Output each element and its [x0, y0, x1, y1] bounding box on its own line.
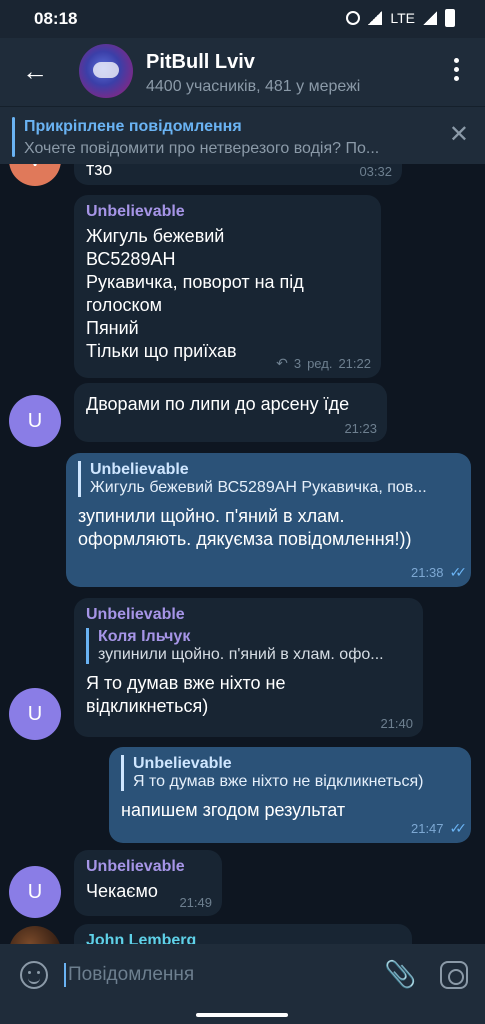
reply-count[interactable]: 3 [294, 356, 301, 371]
quote-text: Я то думав вже ніхто не відкликнеться) [133, 773, 424, 790]
message-line: ВС5289АН [86, 249, 176, 269]
avatar[interactable]: U [9, 688, 61, 740]
reply-quote[interactable]: Unbelievable Жигуль бежевий ВС5289АН Рук… [78, 461, 459, 497]
message-time: 21:40 [380, 716, 413, 731]
status-icons: LTE [346, 9, 455, 27]
more-menu-icon[interactable] [445, 58, 467, 86]
message-meta: 21:38 ✓✓ [410, 564, 468, 581]
message-time: 21:49 [179, 895, 212, 910]
message-line: Пяний [86, 318, 139, 338]
message-bubble[interactable]: John Lemberg [74, 924, 412, 944]
message-bubble[interactable]: Unbelievable Чекаємо 21:49 [74, 850, 222, 916]
message-meta: 21:49 [179, 895, 212, 910]
message-time: 21:23 [344, 421, 377, 436]
alarm-icon [346, 11, 361, 25]
message-meta: 21:47 ✓✓ [410, 820, 468, 837]
back-arrow-icon[interactable]: ← [22, 58, 48, 84]
status-time: 08:18 [34, 9, 78, 28]
avatar[interactable]: U [9, 395, 61, 447]
edited-label: ред. [307, 356, 333, 371]
message-author[interactable]: Unbelievable [86, 858, 210, 876]
message-text: Дворами по липи до арсену їде [86, 394, 350, 414]
message-time: 21:22 [338, 356, 371, 371]
emoji-icon[interactable] [20, 961, 48, 989]
avatar[interactable]: V [9, 164, 61, 186]
read-checks-icon: ✓✓ [449, 564, 468, 580]
message-author[interactable]: Unbelievable [86, 606, 411, 624]
pinned-text: Хочете повідомити про нетверезого водія?… [24, 140, 380, 157]
message-list[interactable]: V тзо 03:32 Unbelievable Жигуль бежевий … [0, 164, 485, 944]
home-indicator[interactable] [196, 1013, 288, 1017]
reply-quote[interactable]: Unbelievable Я то думав вже ніхто не від… [121, 755, 459, 791]
message-bubble[interactable]: тзо 03:32 [74, 164, 402, 185]
message-input[interactable] [68, 961, 358, 989]
close-icon[interactable]: ✕ [449, 123, 469, 147]
outgoing-message-bubble[interactable]: Unbelievable Жигуль бежевий ВС5289АН Рук… [66, 453, 471, 587]
group-logo-icon [93, 62, 119, 78]
quote-author: Unbelievable [133, 755, 232, 772]
outgoing-message-bubble[interactable]: Unbelievable Я то думав вже ніхто не від… [109, 747, 471, 843]
text-cursor [64, 963, 66, 987]
message-composer: 📎 [0, 944, 485, 1006]
group-avatar[interactable] [79, 44, 133, 98]
chat-header: ← PitBull Lviv 4400 учасників, 481 у мер… [0, 38, 485, 106]
camera-icon[interactable] [440, 961, 468, 989]
message-text: тзо [86, 164, 113, 179]
message-author[interactable]: Unbelievable [86, 203, 369, 221]
pinned-title: Прикріплене повідомлення [24, 118, 242, 135]
message-meta: 21:23 [344, 421, 377, 436]
message-meta: ↶ 3 ред. 21:22 [276, 355, 371, 372]
status-bar: 08:18 LTE [0, 0, 485, 38]
quote-author: Unbelievable [90, 461, 189, 478]
message-line: Рукавичка, поворот на під голоском [86, 272, 304, 315]
chat-title[interactable]: PitBull Lviv [146, 51, 255, 74]
message-bubble[interactable]: Unbelievable Коля Ільчук зупинили щойно.… [74, 598, 423, 737]
cell-signal-icon [423, 11, 437, 25]
message-bubble[interactable]: Дворами по липи до арсену їде 21:23 [74, 383, 387, 442]
avatar[interactable] [9, 926, 61, 944]
message-time: 21:38 [410, 565, 444, 580]
message-bubble[interactable]: Unbelievable Жигуль бежевий ВС5289АН Рук… [74, 195, 381, 378]
avatar[interactable]: U [9, 866, 61, 918]
read-checks-icon: ✓✓ [449, 820, 468, 836]
message-meta: 03:32 [359, 164, 392, 179]
pinned-message[interactable]: Прикріплене повідомлення Хочете повідоми… [0, 106, 485, 164]
message-author[interactable]: John Lemberg [86, 932, 400, 944]
message-text: напишем згодом результат [121, 800, 346, 820]
network-label: LTE [390, 10, 415, 26]
quote-text: зупинили щойно. п'яний в хлам. офо... [98, 646, 384, 663]
reply-icon: ↶ [276, 355, 288, 371]
system-nav-bar [0, 1006, 485, 1024]
quote-author: Коля Ільчук [98, 628, 191, 645]
message-text: зупинили щойно. п'яний в хлам. оформляют… [78, 506, 412, 549]
battery-icon [445, 9, 455, 27]
wifi-signal-icon [368, 11, 383, 25]
pinned-indicator [12, 117, 15, 157]
quote-text: Жигуль бежевий ВС5289АН Рукавичка, пов..… [90, 479, 427, 496]
message-time: 21:47 [410, 821, 444, 836]
message-text: Я то думав вже ніхто не відкликнеться) [86, 673, 286, 716]
attach-icon[interactable]: 📎 [384, 959, 416, 991]
message-meta: 21:40 [380, 716, 413, 731]
message-line: Жигуль бежевий [86, 226, 225, 246]
chat-subtitle: 4400 учасників, 481 у мережі [146, 78, 361, 95]
reply-quote[interactable]: Коля Ільчук зупинили щойно. п'яний в хла… [86, 628, 411, 664]
